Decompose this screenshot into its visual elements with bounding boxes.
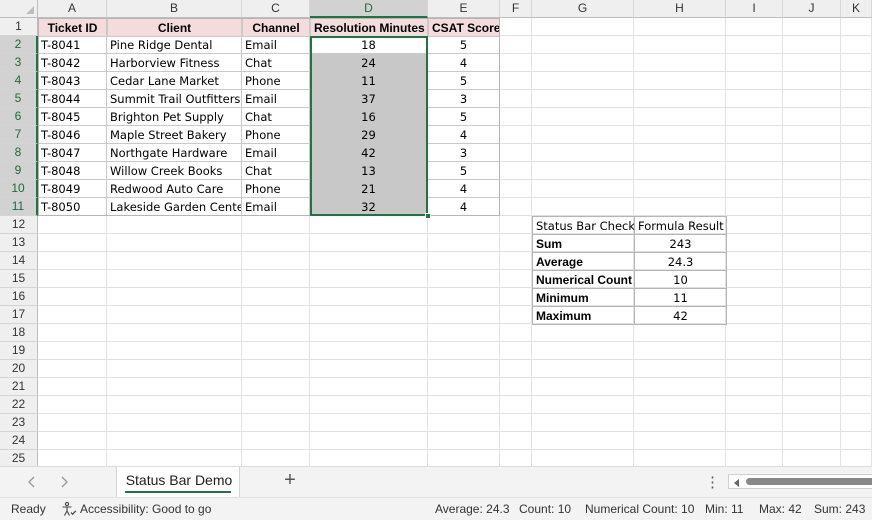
status-max[interactable]: Max: 42 — [759, 498, 802, 520]
column-header[interactable]: K — [841, 0, 872, 18]
check-cell[interactable]: 10 — [634, 270, 727, 289]
gridline — [38, 395, 872, 396]
column-header[interactable]: B — [107, 0, 242, 18]
gridline — [38, 377, 872, 378]
gridline — [38, 305, 872, 306]
check-cell[interactable]: 11 — [634, 288, 727, 307]
row-header[interactable]: 13 — [0, 234, 38, 252]
row-header[interactable]: 9 — [0, 162, 38, 180]
row-header[interactable]: 19 — [0, 342, 38, 360]
row-header[interactable]: 14 — [0, 252, 38, 270]
sheet-tab-status-bar-demo[interactable]: Status Bar Demo — [116, 467, 240, 498]
check-cell[interactable]: Minimum — [532, 288, 635, 307]
selection-outline — [310, 36, 428, 216]
gridline — [38, 287, 872, 288]
sheet-tab-label: Status Bar Demo — [125, 472, 233, 488]
fill-handle[interactable] — [425, 213, 431, 219]
status-average[interactable]: Average: 24.3 — [435, 498, 510, 520]
gridline — [38, 323, 872, 324]
gridline — [38, 341, 872, 342]
row-header[interactable]: 18 — [0, 324, 38, 342]
check-header-cell[interactable]: Status Bar Check — [532, 216, 635, 235]
row-header[interactable]: 23 — [0, 414, 38, 432]
gridline — [38, 251, 872, 252]
check-cell[interactable]: 42 — [634, 306, 727, 325]
horizontal-scrollbar[interactable] — [728, 474, 872, 489]
gridline — [38, 431, 872, 432]
row-header[interactable]: 3 — [0, 54, 38, 72]
row-header[interactable]: 25 — [0, 450, 38, 466]
row-header[interactable]: 20 — [0, 360, 38, 378]
status-sum[interactable]: Sum: 243 — [814, 498, 865, 520]
scroll-left-icon[interactable] — [732, 477, 742, 487]
row-header[interactable]: 11 — [0, 198, 38, 216]
column-header[interactable]: I — [726, 0, 783, 18]
row-header[interactable]: 24 — [0, 432, 38, 450]
active-tab-underline — [125, 491, 231, 493]
column-header[interactable]: G — [532, 0, 634, 18]
add-sheet-button[interactable]: + — [280, 469, 300, 492]
row-header[interactable]: 21 — [0, 378, 38, 396]
status-bar: Ready Accessibility: Good to go Average:… — [0, 497, 872, 520]
status-min[interactable]: Min: 11 — [705, 498, 743, 520]
gridline — [782, 18, 783, 466]
gridline — [38, 233, 872, 234]
gridline — [840, 18, 841, 466]
check-cell[interactable]: 243 — [634, 234, 727, 253]
row-header[interactable]: 1 — [0, 18, 38, 36]
chevron-left-icon[interactable] — [24, 474, 40, 490]
column-header[interactable]: C — [242, 0, 310, 18]
status-count[interactable]: Count: 10 — [519, 498, 571, 520]
check-cell[interactable]: 24.3 — [634, 252, 727, 271]
scrollbar-thumb[interactable] — [746, 478, 872, 485]
row-header[interactable]: 15 — [0, 270, 38, 288]
row-header[interactable]: 5 — [0, 90, 38, 108]
select-all-corner[interactable] — [0, 0, 38, 18]
chevron-right-icon[interactable] — [56, 474, 72, 490]
row-header[interactable]: 16 — [0, 288, 38, 306]
accessibility-icon[interactable] — [61, 501, 77, 517]
row-header[interactable]: 2 — [0, 36, 38, 54]
worksheet-grid[interactable]: ABCDEFGHIJK 1 2 3 4 5 6 7 8 9 10 11 12 13 14 15 16 17 18 1… — [0, 0, 872, 466]
gridline — [38, 359, 872, 360]
row-header[interactable]: 10 — [0, 180, 38, 198]
gridline — [38, 269, 872, 270]
more-options-icon[interactable]: ⋮ — [705, 473, 720, 491]
column-header[interactable]: J — [783, 0, 841, 18]
row-header[interactable]: 6 — [0, 108, 38, 126]
row-header[interactable]: 8 — [0, 144, 38, 162]
column-header[interactable]: H — [634, 0, 726, 18]
gridline — [38, 449, 872, 450]
row-header[interactable]: 12 — [0, 216, 38, 234]
check-cell[interactable]: Average — [532, 252, 635, 271]
check-cell[interactable]: Maximum — [532, 306, 635, 325]
table-border — [38, 18, 500, 216]
gridline — [38, 413, 872, 414]
status-ready: Ready — [11, 502, 46, 516]
row-header[interactable]: 22 — [0, 396, 38, 414]
column-header[interactable]: A — [38, 0, 107, 18]
check-cell[interactable]: Sum — [532, 234, 635, 253]
row-header[interactable]: 7 — [0, 126, 38, 144]
status-numerical-count[interactable]: Numerical Count: 10 — [585, 498, 694, 520]
column-header[interactable]: F — [500, 0, 532, 18]
status-accessibility[interactable]: Accessibility: Good to go — [80, 498, 211, 520]
check-cell[interactable]: Numerical Count — [532, 270, 635, 289]
sheet-tab-bar: Status Bar Demo + ⋮ — [0, 466, 872, 498]
row-header[interactable]: 4 — [0, 72, 38, 90]
column-header[interactable]: E — [428, 0, 500, 18]
row-header[interactable]: 17 — [0, 306, 38, 324]
check-header-cell[interactable]: Formula Result — [634, 216, 727, 235]
column-header[interactable]: D — [310, 0, 428, 18]
